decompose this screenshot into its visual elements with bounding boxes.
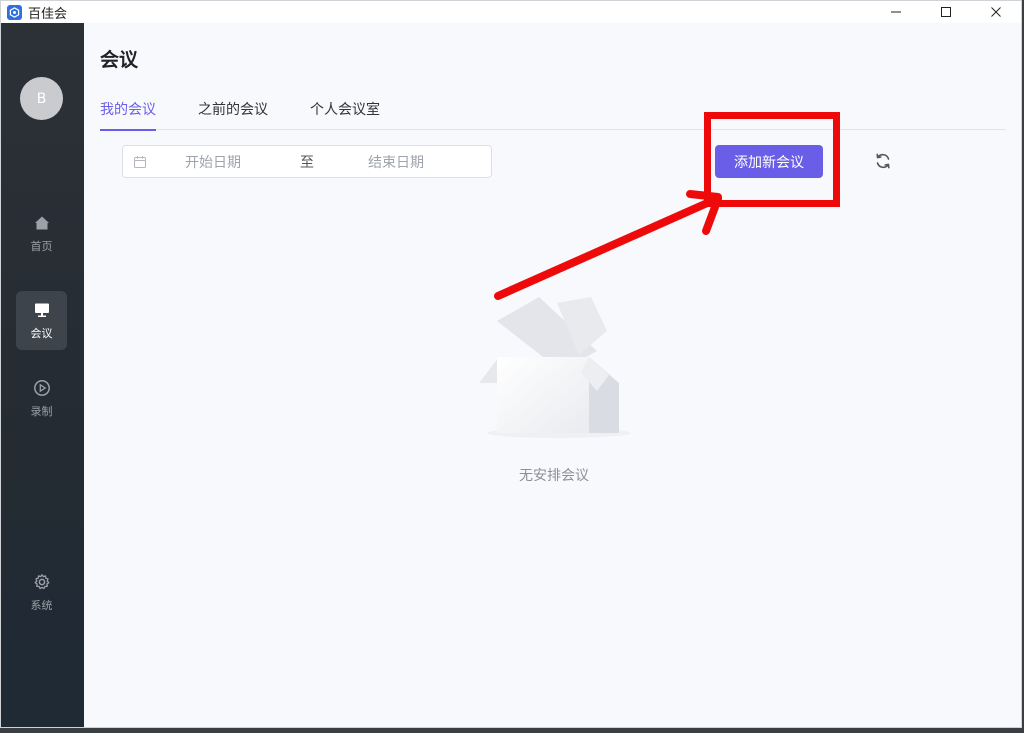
sidebar-item-system[interactable]: 系统 <box>16 563 67 622</box>
sidebar-item-label: 会议 <box>30 326 53 340</box>
close-button[interactable] <box>971 1 1021 23</box>
app-window: 百佳会 B 首页 会议 录制 系统 会议 我的会议 之前的会议 个人会议室 开始… <box>0 0 1022 728</box>
maximize-icon <box>941 7 951 17</box>
page-title: 会议 <box>100 49 139 71</box>
close-icon <box>991 7 1001 17</box>
empty-box-icon <box>479 297 631 438</box>
tab-my-meetings[interactable]: 我的会议 <box>100 97 156 131</box>
sidebar: B 首页 会议 录制 系统 <box>1 23 84 727</box>
refresh-icon[interactable] <box>873 151 893 171</box>
avatar-initial: B <box>36 90 47 107</box>
play-circle-icon <box>33 379 50 396</box>
calendar-icon <box>134 155 146 168</box>
main-content: 会议 我的会议 之前的会议 个人会议室 开始日期 至 结束日期 添加新会议 无安… <box>84 23 1021 727</box>
minimize-button[interactable] <box>871 1 921 23</box>
gear-icon <box>34 573 49 589</box>
minimize-icon <box>891 11 901 13</box>
sidebar-item-meetings[interactable]: 会议 <box>16 291 67 350</box>
sidebar-item-label: 录制 <box>30 404 53 418</box>
end-date-input[interactable]: 结束日期 <box>368 152 424 172</box>
maximize-button[interactable] <box>921 1 971 23</box>
monitor-icon <box>34 303 49 317</box>
tab-personal-room[interactable]: 个人会议室 <box>310 97 380 130</box>
sidebar-item-home[interactable]: 首页 <box>16 204 67 263</box>
window-title: 百佳会 <box>28 6 68 22</box>
sidebar-item-recordings[interactable]: 录制 <box>16 369 67 428</box>
title-bar: 百佳会 <box>1 1 1021 23</box>
empty-state-text: 无安排会议 <box>519 468 589 484</box>
app-logo-icon <box>7 4 22 20</box>
date-range-picker[interactable]: 开始日期 至 结束日期 <box>122 145 492 178</box>
start-date-input[interactable]: 开始日期 <box>185 152 241 172</box>
sidebar-item-label: 首页 <box>30 239 53 253</box>
window-controls <box>871 1 1021 23</box>
avatar[interactable]: B <box>20 77 63 120</box>
tab-past-meetings[interactable]: 之前的会议 <box>198 97 268 130</box>
home-icon <box>34 216 49 229</box>
date-range-separator: 至 <box>300 154 314 171</box>
sidebar-item-label: 系统 <box>30 598 53 612</box>
tab-bar: 我的会议 之前的会议 个人会议室 <box>100 97 1006 131</box>
add-meeting-button[interactable]: 添加新会议 <box>715 145 823 178</box>
